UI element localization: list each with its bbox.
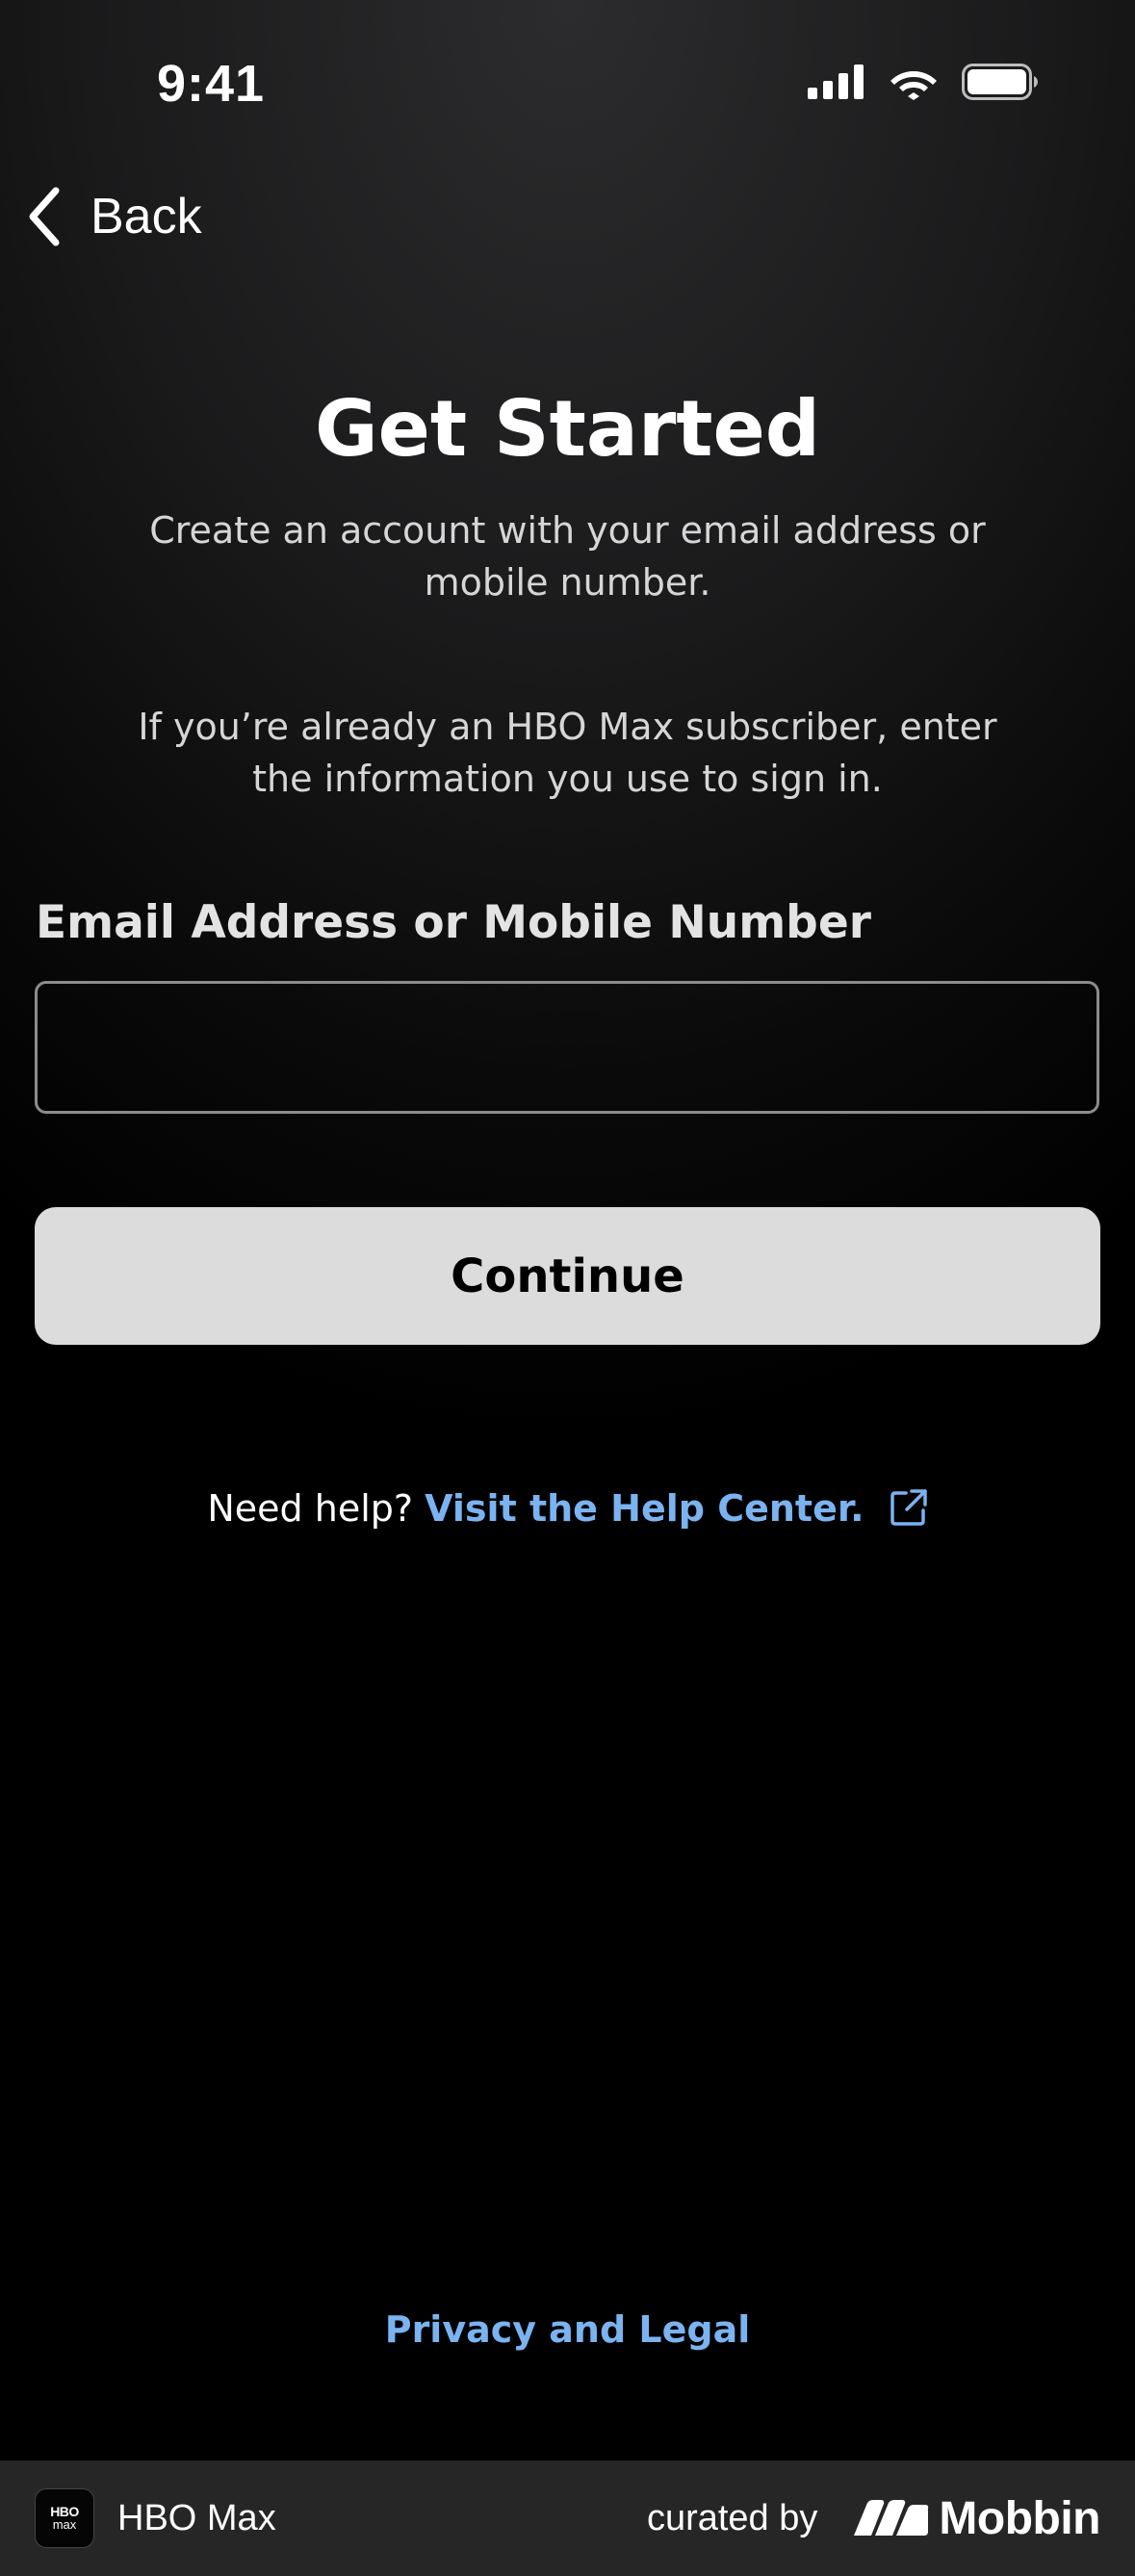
footer-bar: HBO max HBO Max curated by Mobbin	[0, 2460, 1135, 2576]
chevron-left-icon	[29, 187, 60, 246]
mobbin-brand: Mobbin	[939, 2492, 1100, 2544]
curated-by-mobbin: curated by Mobbin	[646, 2492, 1101, 2545]
wifi-icon	[890, 71, 937, 100]
back-label: Back	[90, 189, 202, 245]
curated-by-label: curated by	[646, 2497, 818, 2538]
screen: 9:41 Back Get Started Create an account …	[0, 0, 1135, 2460]
help-row: Need help? Visit the Help Center.	[0, 1480, 1135, 1537]
page-title: Get Started	[314, 384, 821, 474]
app-logo-line2: max	[52, 2517, 77, 2532]
continue-button[interactable]: Continue	[35, 1207, 1100, 1345]
external-link-icon	[890, 1489, 927, 1526]
hbo-max-app-logo: HBO max	[35, 2488, 94, 2548]
status-time: 9:41	[157, 55, 266, 113]
email-or-mobile-input[interactable]	[35, 981, 1099, 1114]
help-center-link-label: Visit the Help Center.	[425, 1487, 864, 1530]
mobbin-logo-icon	[854, 2500, 929, 2536]
cellular-signal-icon	[808, 64, 864, 99]
help-center-link[interactable]: Visit the Help Center.	[425, 1487, 927, 1530]
app-name: HBO Max	[117, 2497, 276, 2538]
back-button[interactable]: Back	[23, 183, 202, 250]
page-subtitle: Create an account with your email addres…	[149, 509, 986, 604]
battery-icon	[962, 64, 1038, 100]
email-field-label: Email Address or Mobile Number	[36, 896, 871, 949]
subscriber-info: If you’re already an HBO Max subscriber,…	[138, 706, 997, 800]
app-logo-line1: HBO	[50, 2504, 79, 2519]
status-icons	[808, 64, 1039, 100]
help-prefix: Need help?	[207, 1487, 414, 1530]
privacy-legal-link[interactable]: Privacy and Legal	[0, 2308, 1135, 2351]
